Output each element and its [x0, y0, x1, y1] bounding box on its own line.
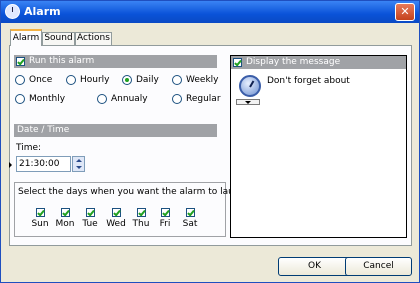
tue-label: Tue	[82, 219, 98, 229]
annualy-radio[interactable]	[97, 94, 107, 104]
tab-sound[interactable]: Sound	[42, 32, 75, 45]
current-field-marker-icon	[9, 162, 12, 168]
daily-radio[interactable]	[122, 75, 132, 85]
title-bar[interactable]: Alarm ✕	[1, 1, 419, 23]
tue-checkbox[interactable]	[85, 208, 95, 217]
day-thu[interactable]: Thu	[131, 208, 151, 229]
mon-checkbox[interactable]	[60, 208, 70, 217]
run-alarm-header: Run this alarm	[14, 55, 217, 68]
spin-up-icon[interactable]	[76, 159, 82, 162]
fri-checkbox[interactable]	[160, 208, 170, 217]
alarm-clock-icon	[5, 4, 20, 19]
display-message-checkbox[interactable]	[233, 58, 242, 67]
alarm-window: Alarm ✕ Alarm Sound Actions Run this ala…	[0, 0, 420, 283]
regular-radio[interactable]	[172, 94, 182, 104]
monthly-label: Monthly	[29, 94, 66, 104]
day-fri[interactable]: Fri	[155, 208, 175, 229]
day-tue[interactable]: Tue	[80, 208, 100, 229]
close-button[interactable]: ✕	[395, 3, 415, 21]
fri-label: Fri	[159, 219, 171, 229]
sun-label: Sun	[31, 219, 49, 229]
time-spinner[interactable]	[72, 156, 85, 172]
daily-label: Daily	[136, 75, 159, 85]
run-alarm-checkbox[interactable]	[16, 57, 25, 66]
window-title: Alarm	[24, 5, 61, 18]
once-label: Once	[29, 75, 53, 85]
regular-label: Regular	[186, 94, 221, 104]
sat-label: Sat	[182, 219, 198, 229]
date-time-header: Date / Time	[14, 124, 217, 137]
tab-alarm[interactable]: Alarm	[10, 29, 42, 46]
time-label: Time:	[16, 143, 42, 153]
spin-down-icon[interactable]	[76, 166, 82, 169]
message-group: Display the message Don't forget about	[230, 55, 407, 238]
wed-label: Wed	[106, 219, 126, 229]
hourly-label: Hourly	[80, 75, 110, 85]
annualy-label: Annualy	[111, 94, 148, 104]
run-alarm-label: Run this alarm	[29, 56, 95, 66]
sun-checkbox[interactable]	[35, 208, 45, 217]
thu-label: Thu	[132, 219, 150, 229]
ok-button[interactable]: OK	[278, 257, 351, 276]
time-input[interactable]: 21:30:00	[16, 156, 71, 172]
cancel-button[interactable]: Cancel	[345, 257, 412, 276]
sat-checkbox[interactable]	[185, 208, 195, 217]
icon-dropdown[interactable]	[236, 99, 260, 105]
alarm-clock-icon[interactable]	[239, 75, 261, 97]
day-wed[interactable]: Wed	[106, 208, 126, 229]
display-message-label: Display the message	[246, 57, 341, 67]
tab-actions[interactable]: Actions	[75, 32, 112, 45]
once-radio[interactable]	[15, 75, 25, 85]
weekly-radio[interactable]	[172, 75, 182, 85]
weekly-label: Weekly	[186, 75, 219, 85]
mon-label: Mon	[55, 219, 75, 229]
day-sun[interactable]: Sun	[30, 208, 50, 229]
thu-checkbox[interactable]	[136, 208, 146, 217]
message-text[interactable]: Don't forget about	[267, 76, 350, 86]
display-message-header: Display the message	[231, 56, 406, 69]
monthly-radio[interactable]	[15, 94, 25, 104]
day-sat[interactable]: Sat	[180, 208, 200, 229]
wed-checkbox[interactable]	[111, 208, 121, 217]
hourly-radio[interactable]	[66, 75, 76, 85]
day-mon[interactable]: Mon	[55, 208, 75, 229]
days-prompt: Select the days when you want the alarm …	[18, 187, 254, 197]
